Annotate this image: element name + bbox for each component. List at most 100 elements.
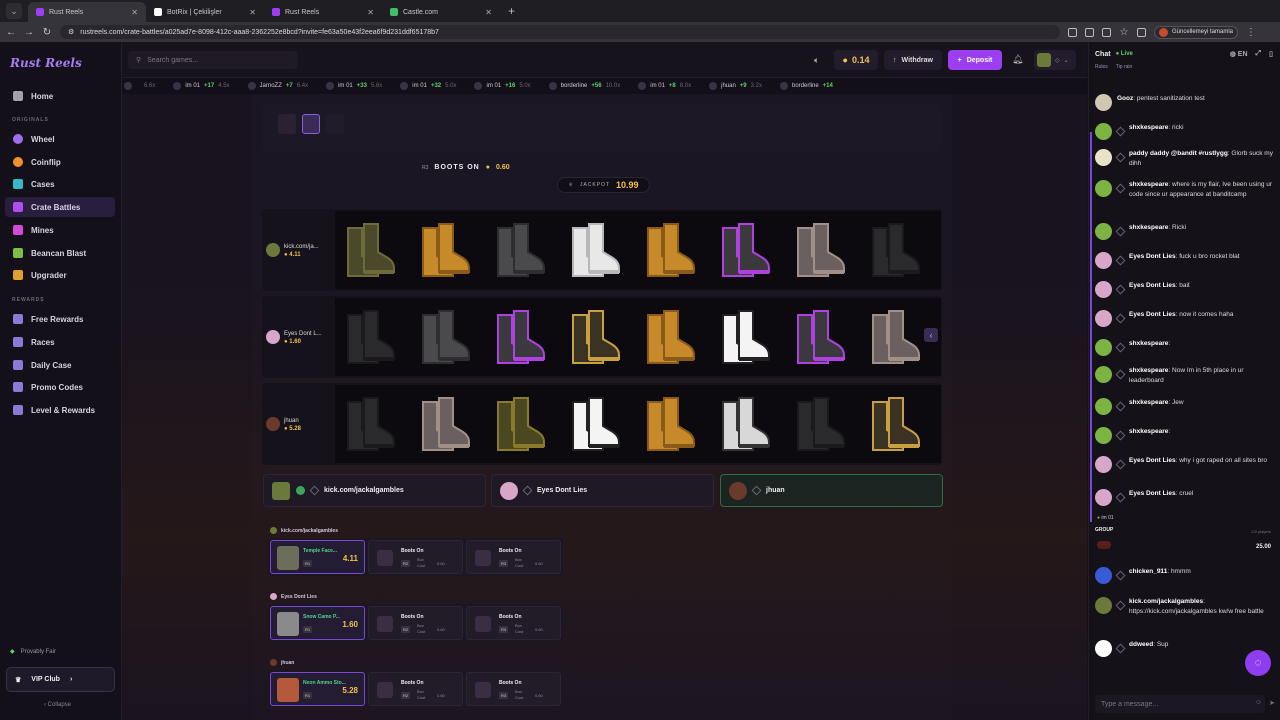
ticker-item[interactable]: JarnoZZ +7 6.4x <box>247 82 308 90</box>
group-battle-card[interactable]: GROUP 2/2 players 25.00 <box>1095 527 1271 561</box>
sidebar-item-upgrader[interactable]: Upgrader <box>5 265 115 285</box>
url-bar[interactable]: ⚙ rustreels.com/crate-battles/a025ad7e-80… <box>60 25 1060 39</box>
sidebar-item-daily-case[interactable]: Daily Case <box>5 355 115 375</box>
provably-fair-link[interactable]: ◆ Provably Fair <box>10 648 56 656</box>
browser-tab[interactable]: Rust Reels ✕ <box>28 2 146 22</box>
close-tab-icon[interactable]: ✕ <box>131 8 138 17</box>
crate-thumbnail[interactable] <box>278 114 296 134</box>
forward-icon[interactable]: → <box>24 27 34 38</box>
box-card[interactable]: Boots On R3 Box Cost 0.60 <box>466 606 561 640</box>
volume-icon[interactable]: 🔈︎ <box>814 55 819 66</box>
ticker-item[interactable]: im 01 +8 8.0x <box>638 82 691 90</box>
avatar[interactable] <box>1095 567 1112 584</box>
reel-player[interactable]: kick.com/ja... ● 4.11 <box>266 209 334 291</box>
deposit-button[interactable]: + Deposit <box>948 50 1002 70</box>
reel-arrow-button[interactable]: ‹ <box>924 328 938 342</box>
reel-player[interactable]: Eyes Dont L... ● 1.60 <box>266 296 334 378</box>
update-button[interactable]: Güncellemeyi tamamla <box>1154 25 1239 39</box>
ticker-item[interactable]: jhuan +9 3.2x <box>709 82 762 90</box>
withdraw-button[interactable]: ↑ Withdraw <box>884 50 942 70</box>
ticker-item[interactable]: im 01 +32 5.0x <box>400 82 456 90</box>
won-item-card[interactable]: Snow Camo P... R1 1.60 <box>270 606 365 640</box>
chat-bubble-icon[interactable]: ◌ <box>1245 650 1271 676</box>
collapse-button[interactable]: ‹ Collapse <box>44 702 71 708</box>
player-card[interactable]: Eyes Dont Lies <box>491 474 714 507</box>
extensions-puzzle-icon[interactable] <box>1137 27 1146 37</box>
send-icon[interactable]: ➤ <box>1269 699 1275 707</box>
ticker-item[interactable]: im 01 +17 4.5x <box>173 82 230 90</box>
back-icon[interactable]: ← <box>6 27 16 38</box>
avatar[interactable] <box>1095 398 1112 415</box>
sidebar-item-wheel[interactable]: Wheel <box>5 129 115 149</box>
notification-bell-icon[interactable]: 🔔︎ <box>1012 54 1023 65</box>
download-icon[interactable] <box>1102 27 1111 37</box>
ticker-item[interactable]: borderline +56 10.0x <box>548 82 620 90</box>
site-info-icon[interactable]: ⚙ <box>68 28 74 36</box>
avatar[interactable] <box>1095 281 1112 298</box>
tab-search-icon[interactable]: ⌄ <box>6 3 22 19</box>
avatar[interactable] <box>1095 489 1112 506</box>
ticker-item[interactable]: borderline +14 <box>779 82 837 90</box>
browser-tab[interactable]: Rust Reels ✕ <box>264 2 382 22</box>
sidebar-item-cases[interactable]: Cases <box>5 174 115 194</box>
player-card[interactable]: kick.com/jackalgambles <box>263 474 486 507</box>
chat-tab-tip-rain[interactable]: Tip rain <box>1116 64 1133 70</box>
sidebar-item-mines[interactable]: Mines <box>5 220 115 240</box>
ticker-item[interactable]: 6.6x <box>124 82 155 90</box>
site-logo[interactable]: Rust Reels <box>10 56 82 70</box>
player-card-winner[interactable]: jhuan <box>720 474 943 507</box>
avatar[interactable] <box>1095 123 1112 140</box>
expand-icon[interactable]: ⤢ <box>1256 50 1262 58</box>
reload-icon[interactable]: ↻ <box>42 27 52 38</box>
box-card[interactable]: Boots On R3 Box Cost 0.60 <box>466 540 561 574</box>
won-item-card[interactable]: Neon Ammo Sto... R1 5.28 <box>270 672 365 706</box>
vip-club-button[interactable]: ♛ VIP Club › <box>6 667 115 692</box>
box-card[interactable]: Boots On R2 Box Cost 0.60 <box>368 540 463 574</box>
ticker-item[interactable]: im 01 +33 5.6x <box>326 82 382 90</box>
avatar[interactable] <box>1095 597 1112 614</box>
close-tab-icon[interactable]: ✕ <box>485 8 492 17</box>
avatar[interactable] <box>1095 339 1112 356</box>
new-tab-icon[interactable]: + <box>508 4 515 18</box>
avatar[interactable] <box>1095 252 1112 269</box>
sidebar-item-beancan-blast[interactable]: Beancan Blast <box>5 243 115 263</box>
translate-icon[interactable] <box>1068 27 1077 37</box>
menu-dots-icon[interactable]: ⋮ <box>1246 27 1256 38</box>
sidebar-item-promo-codes[interactable]: Promo Codes <box>5 377 115 397</box>
user-menu[interactable]: ◇ ⌄ <box>1034 50 1076 70</box>
chat-message-input[interactable]: Type a message... <box>1095 695 1265 713</box>
reel-player[interactable]: jhuan ● 5.28 <box>266 383 334 465</box>
box-card[interactable]: Boots On R3 Box Cost 0.60 <box>466 672 561 706</box>
close-tab-icon[interactable]: ✕ <box>249 8 256 17</box>
avatar[interactable] <box>1095 456 1112 473</box>
avatar[interactable] <box>1095 310 1112 327</box>
extension-icon[interactable] <box>1085 27 1094 37</box>
sidebar-item-crate-battles[interactable]: Crate Battles <box>5 197 115 217</box>
avatar[interactable] <box>1095 427 1112 444</box>
balance-display[interactable]: ● 0.14 <box>834 50 878 70</box>
chat-scrollbar[interactable] <box>1090 132 1092 522</box>
close-tab-icon[interactable]: ✕ <box>367 8 374 17</box>
avatar[interactable] <box>1095 640 1112 657</box>
emoji-icon[interactable]: ☺ <box>1255 699 1262 706</box>
globe-icon[interactable]: ◍ EN <box>1230 50 1248 58</box>
sidebar-item-home[interactable]: Home <box>5 86 115 106</box>
avatar[interactable] <box>1095 180 1112 197</box>
search-input[interactable]: ⚲ Search games... <box>128 51 298 69</box>
avatar[interactable] <box>1095 149 1112 166</box>
ticker-item[interactable]: im 01 +16 5.0x <box>474 82 531 90</box>
sidebar-item-races[interactable]: Races <box>5 332 115 352</box>
bookmark-star-icon[interactable]: ☆ <box>1119 27 1129 38</box>
browser-tab[interactable]: Castle.com ✕ <box>382 2 500 22</box>
sidebar-item-coinflip[interactable]: Coinflip <box>5 152 115 172</box>
won-item-card[interactable]: Temple Face... R1 4.11 <box>270 540 365 574</box>
browser-tab[interactable]: BotRix | Çekilişler ✕ <box>146 2 264 22</box>
avatar[interactable] <box>1095 223 1112 240</box>
crate-thumbnail[interactable] <box>326 114 344 134</box>
close-chat-icon[interactable]: ▯ <box>1269 50 1273 58</box>
avatar[interactable] <box>1095 366 1112 383</box>
sidebar-item-free-rewards[interactable]: Free Rewards <box>5 309 115 329</box>
box-card[interactable]: Boots On R2 Box Cost 0.60 <box>368 606 463 640</box>
avatar[interactable] <box>1095 94 1112 111</box>
box-card[interactable]: Boots On R2 Box Cost 0.60 <box>368 672 463 706</box>
